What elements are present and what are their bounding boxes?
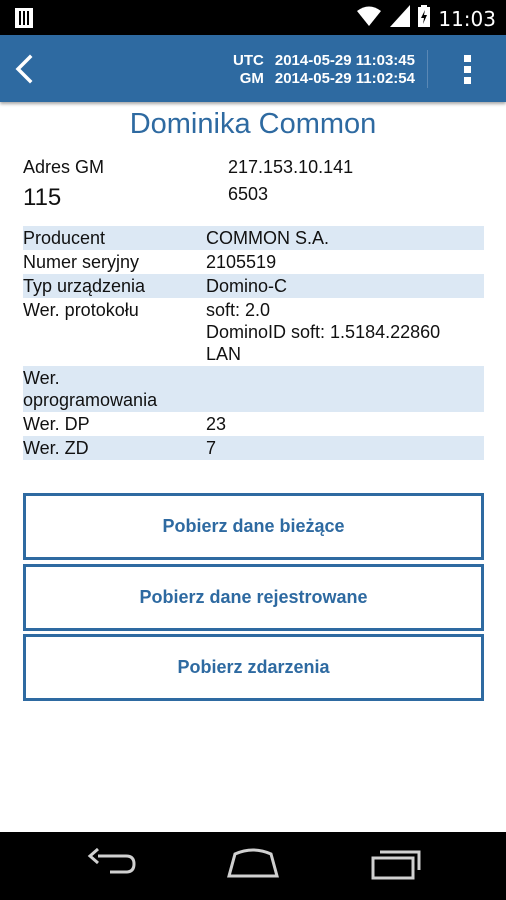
table-row: Wer. DP 23 (23, 412, 484, 436)
device-info-table: Producent COMMON S.A. Numer seryjny 2105… (23, 226, 484, 460)
table-row: Numer seryjny 2105519 (23, 250, 484, 274)
row-label: Wer. ZD (23, 438, 89, 458)
get-recorded-data-button[interactable]: Pobierz dane rejestrowane (23, 564, 484, 631)
recent-apps-icon[interactable] (370, 846, 422, 887)
row-label: Wer. protokołu (23, 300, 139, 320)
gm-time: 2014-05-29 11:02:54 (274, 70, 415, 87)
address-label: Adres GM (23, 157, 105, 177)
utc-time: 2014-05-29 11:03:45 (274, 52, 415, 69)
get-current-data-button[interactable]: Pobierz dane bieżące (23, 493, 484, 560)
port-number: 6503 (228, 184, 269, 204)
get-events-button[interactable]: Pobierz zdarzenia (23, 634, 484, 701)
row-label: Wer. DP (23, 414, 90, 434)
page-title: Dominika Common (129, 108, 377, 140)
clock: 11:03 (438, 6, 496, 31)
row-value (206, 367, 484, 411)
sim-card-icon (14, 8, 34, 33)
chevron-left-icon[interactable] (8, 49, 44, 89)
status-bar: 11:03 (0, 0, 506, 35)
table-row: Wer. ZD 7 (23, 436, 484, 460)
table-row: Wer. protokołu soft: 2.0 DominoID soft: … (23, 298, 484, 366)
row-label: Wer. oprogramowania (23, 368, 158, 410)
row-value: 2105519 (206, 252, 277, 272)
row-label: Typ urządzenia (23, 276, 146, 296)
row-value: 7 (206, 438, 217, 458)
utc-label: UTC (233, 52, 264, 69)
wifi-icon (356, 5, 382, 32)
time-readouts: UTC 2014-05-29 11:03:45 GM 2014-05-29 11… (233, 52, 415, 88)
row-value: soft: 2.0 DominoID soft: 1.5184.22860 LA… (206, 300, 441, 364)
row-value: 23 (206, 414, 227, 434)
row-value: COMMON S.A. (206, 228, 330, 248)
overflow-menu-icon[interactable] (452, 51, 482, 87)
navigation-bar (0, 832, 506, 900)
row-label: Numer seryjny (23, 252, 140, 272)
button-label: Pobierz zdarzenia (177, 657, 330, 677)
address-number: 115 (23, 184, 62, 211)
button-label: Pobierz dane bieżące (162, 516, 345, 536)
gm-time-label: GM (239, 70, 264, 87)
action-bar: UTC 2014-05-29 11:03:45 GM 2014-05-29 11… (0, 35, 506, 102)
back-nav-icon[interactable] (86, 846, 138, 887)
ip-address: 217.153.10.141 (228, 157, 354, 177)
table-row: Producent COMMON S.A. (23, 226, 484, 250)
row-label: Producent (23, 228, 106, 248)
battery-charging-icon (418, 5, 431, 32)
table-row: Wer. oprogramowania (23, 366, 484, 412)
button-label: Pobierz dane rejestrowane (139, 587, 368, 607)
cellular-signal-icon (390, 5, 411, 32)
home-nav-icon[interactable] (225, 846, 281, 887)
table-row: Typ urządzenia Domino-C (23, 274, 484, 298)
row-value: Domino-C (206, 276, 288, 296)
divider (427, 50, 428, 88)
